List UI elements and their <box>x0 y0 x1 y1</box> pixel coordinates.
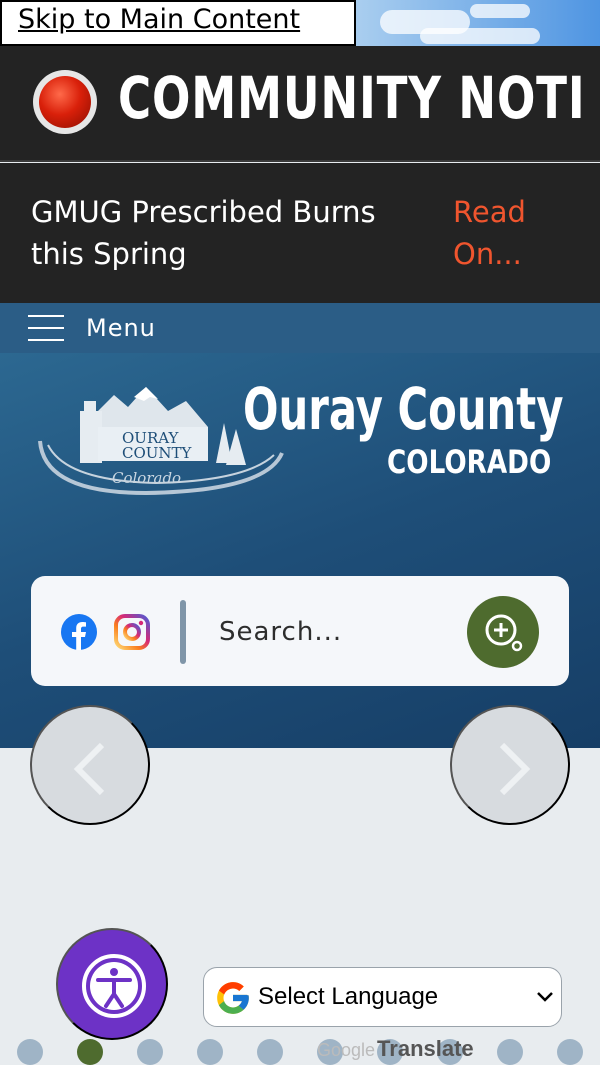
google-translate-credit: GoogleTranslate <box>317 1036 474 1062</box>
menu-bar[interactable]: Menu <box>0 303 600 353</box>
carousel-dot[interactable] <box>197 1039 223 1065</box>
chevron-left-icon <box>73 742 105 796</box>
translate-wordmark: Translate <box>377 1036 474 1061</box>
search-button[interactable] <box>467 596 539 668</box>
carousel-dot[interactable] <box>257 1039 283 1065</box>
accessibility-icon <box>82 954 146 1018</box>
facebook-icon[interactable] <box>61 614 97 650</box>
chevron-down-icon <box>537 992 553 1002</box>
instagram-icon[interactable] <box>114 614 150 650</box>
carousel-dot[interactable] <box>137 1039 163 1065</box>
alert-text: GMUG Prescribed Burns this Spring <box>31 195 376 271</box>
menu-label[interactable]: Menu <box>86 314 156 342</box>
hero-section: OURAY COUNTY Colorado Ouray County COLOR… <box>0 353 600 748</box>
google-icon <box>217 982 249 1014</box>
carousel-pagination <box>0 1038 600 1065</box>
carousel-dot[interactable] <box>497 1039 523 1065</box>
carousel-dot[interactable] <box>17 1039 43 1065</box>
carousel-next-button[interactable] <box>450 705 570 825</box>
google-wordmark: Google <box>317 1040 376 1060</box>
logo-text-county: COUNTY <box>122 444 193 462</box>
site-subtitle: COLORADO <box>387 443 552 481</box>
language-select[interactable]: Select Language <box>203 967 562 1027</box>
search-input[interactable] <box>219 612 469 652</box>
carousel-dot-active[interactable] <box>77 1039 103 1065</box>
chevron-right-icon <box>499 742 531 796</box>
search-divider <box>180 600 186 664</box>
select-language-label: Select Language <box>258 983 439 1010</box>
carousel-prev-button[interactable] <box>30 705 150 825</box>
hamburger-icon[interactable] <box>28 315 64 341</box>
read-on-link[interactable]: Read On... <box>453 191 573 275</box>
search-bar <box>31 576 569 686</box>
image-carousel: GoogleTranslate Select Language <box>0 705 600 1065</box>
skip-to-main-link[interactable]: Skip to Main Content <box>0 0 356 46</box>
community-notice-title: COMMUNITY NOTI <box>118 64 586 132</box>
community-notice-banner: COMMUNITY NOTI <box>0 46 600 162</box>
logo-text-colorado: Colorado <box>112 469 181 487</box>
alert-light-icon <box>33 70 97 134</box>
site-title: Ouray County <box>243 375 564 443</box>
carousel-dot[interactable] <box>557 1039 583 1065</box>
alert-item: GMUG Prescribed Burns this Spring Read O… <box>0 163 600 303</box>
search-plus-icon <box>485 614 523 652</box>
accessibility-button[interactable] <box>56 928 168 1040</box>
